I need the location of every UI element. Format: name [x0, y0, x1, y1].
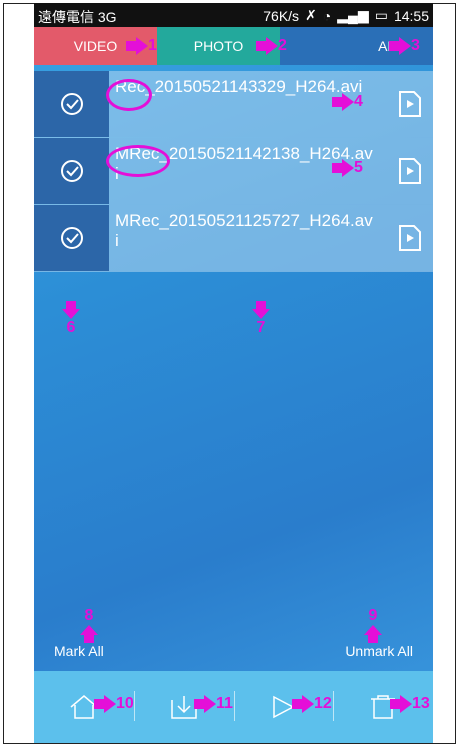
list-item[interactable]: MRec_20150521125727_H264.avi — [34, 205, 433, 272]
signal-icon: ▂▄▆ — [337, 7, 369, 23]
play-file-icon[interactable] — [399, 91, 421, 117]
file-name: Rec_20150521143329_H264.avi — [109, 71, 433, 137]
tab-video-label: VIDEO — [73, 38, 118, 54]
battery-icon: ▭ — [374, 7, 388, 23]
checkbox[interactable] — [34, 138, 109, 204]
annotation-marker: 12 — [292, 695, 332, 713]
tab-bar: VIDEO PHOTO ALL — [34, 27, 433, 65]
play-file-icon[interactable] — [399, 225, 421, 251]
annotation-marker: 7 — [252, 301, 270, 337]
annotation-marker: 3 — [389, 37, 420, 55]
carrier-label: 遠傳電信 3G — [38, 9, 117, 25]
annotation-marker: 13 — [390, 695, 430, 713]
mute-icon: ✗ — [305, 7, 317, 23]
unmark-all-button[interactable]: Unmark All — [345, 643, 413, 659]
list-item[interactable]: MRec_20150521142138_H264.avi — [34, 138, 433, 205]
check-icon — [60, 160, 83, 182]
check-icon — [60, 93, 83, 115]
mark-actions: Mark All Unmark All — [34, 641, 433, 661]
list-item[interactable]: Rec_20150521143329_H264.avi — [34, 71, 433, 138]
annotation-marker: 11 — [194, 695, 233, 713]
highlight-ellipse — [106, 79, 152, 111]
annotation-marker: 10 — [94, 695, 134, 713]
status-bar: 遠傳電信 3G 76K/s ✗ ◔ ▂▄▆ ▭ 14:55 — [34, 3, 433, 27]
highlight-ellipse — [106, 145, 170, 177]
annotation-marker: 6 — [62, 301, 80, 337]
annotation-marker: 9 — [364, 607, 382, 643]
mark-all-button[interactable]: Mark All — [54, 643, 104, 659]
annotation-marker: 4 — [332, 93, 363, 111]
file-list: Rec_20150521143329_H264.avi MRec_2015052… — [34, 71, 433, 272]
checkbox[interactable] — [34, 71, 109, 137]
phone-screen: 遠傳電信 3G 76K/s ✗ ◔ ▂▄▆ ▭ 14:55 VIDEO PHOT… — [34, 3, 433, 743]
annotation-marker: 5 — [332, 159, 363, 177]
annotation-marker: 1 — [126, 37, 157, 55]
tab-photo-label: PHOTO — [193, 38, 244, 54]
check-icon — [60, 227, 83, 249]
play-file-icon[interactable] — [399, 158, 421, 184]
annotation-marker: 2 — [256, 37, 287, 55]
annotation-marker: 8 — [80, 607, 98, 643]
clock: 14:55 — [393, 7, 429, 24]
file-name: MRec_20150521125727_H264.avi — [109, 205, 433, 271]
network-speed: 76K/s — [263, 7, 300, 24]
wifi-icon: ◔ — [322, 7, 332, 24]
checkbox[interactable] — [34, 205, 109, 271]
